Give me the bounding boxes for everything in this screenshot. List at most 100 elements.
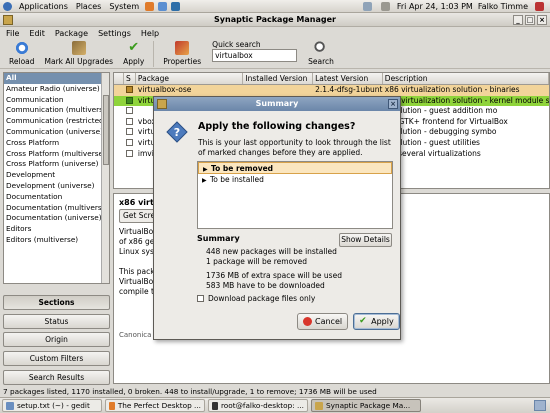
- properties-label: Properties: [163, 57, 202, 66]
- applications-menu[interactable]: Applications: [15, 2, 72, 11]
- question-icon: ?: [166, 121, 188, 143]
- section-item[interactable]: Cross Platform (universe): [4, 159, 109, 170]
- reload-icon: [14, 41, 29, 55]
- summary-line: 1736 MB of extra space will be used: [206, 271, 342, 280]
- places-menu[interactable]: Places: [72, 2, 105, 11]
- text-editor-icon: [6, 401, 14, 410]
- system-menu[interactable]: System: [105, 2, 143, 11]
- package-list-header: S Package Installed Version Latest Versi…: [114, 73, 549, 85]
- col-header-package[interactable]: Package: [136, 73, 244, 84]
- status-installed-icon[interactable]: [125, 86, 133, 93]
- cancel-label: Cancel: [315, 317, 343, 326]
- tree-item-to-be-installed[interactable]: ▶ To be installed: [198, 174, 392, 186]
- sections-list[interactable]: All Amateur Radio (universe) Communicati…: [3, 72, 110, 284]
- summary-dialog: Summary × ? Apply the following changes?…: [153, 96, 401, 340]
- quick-search-label: Quick search: [212, 40, 261, 49]
- dialog-close-icon[interactable]: ×: [388, 99, 398, 109]
- status-checkbox[interactable]: [125, 128, 133, 136]
- download-only-option[interactable]: Download package files only: [197, 294, 315, 303]
- checkmark-icon: ✔: [128, 40, 140, 55]
- apply-dialog-button[interactable]: ✔ Apply: [353, 313, 400, 330]
- installed-version: [243, 85, 313, 96]
- firefox-icon[interactable]: [145, 1, 155, 11]
- section-item[interactable]: Editors (multiverse): [4, 235, 109, 246]
- taskbar: setup.txt (~) - gedit The Perfect Deskto…: [0, 397, 550, 413]
- search-results-button[interactable]: Search Results: [3, 370, 110, 385]
- status-bar: 7 packages listed, 1170 installed, 0 bro…: [3, 387, 377, 396]
- section-item[interactable]: Communication (multiverse): [4, 105, 109, 116]
- taskbar-item-terminal[interactable]: root@falko-desktop: ...: [208, 399, 308, 412]
- gnome-foot-icon[interactable]: [3, 1, 12, 11]
- status-checkbox[interactable]: [125, 117, 133, 125]
- quick-search-input[interactable]: [212, 49, 298, 62]
- menu-help[interactable]: Help: [137, 29, 163, 38]
- close-button[interactable]: ×: [537, 15, 547, 25]
- search-button[interactable]: Search: [308, 41, 334, 66]
- col-header-description[interactable]: Description: [383, 73, 549, 84]
- apply-button[interactable]: ✔ Apply: [123, 40, 145, 67]
- section-item[interactable]: Documentation (multiverse): [4, 203, 109, 214]
- status-checkbox[interactable]: [125, 138, 133, 146]
- origin-filter-button[interactable]: Origin: [3, 332, 110, 347]
- col-header-mark[interactable]: [114, 73, 124, 84]
- status-checkbox[interactable]: [125, 149, 133, 157]
- expander-icon[interactable]: ▶: [202, 175, 210, 187]
- menu-edit[interactable]: Edit: [25, 29, 49, 38]
- synaptic-app-icon[interactable]: [3, 15, 13, 25]
- status-checkbox[interactable]: [125, 107, 133, 115]
- col-header-latest[interactable]: Latest Version: [313, 73, 383, 84]
- status-marked-icon[interactable]: [125, 96, 133, 104]
- show-details-button[interactable]: Show Details: [339, 233, 392, 247]
- package-description: n solution - guest addition mo: [384, 106, 498, 116]
- status-filter-button[interactable]: Status: [3, 314, 110, 329]
- minimize-button[interactable]: _: [513, 15, 523, 25]
- menu-package[interactable]: Package: [51, 29, 92, 38]
- section-item[interactable]: Documentation (universe): [4, 213, 109, 224]
- section-item[interactable]: Cross Platform (multiverse): [4, 149, 109, 160]
- workspace-switcher[interactable]: [534, 400, 546, 411]
- section-item[interactable]: Communication: [4, 95, 109, 106]
- maximize-button[interactable]: □: [525, 15, 535, 25]
- section-item[interactable]: All: [4, 73, 109, 84]
- volume-icon[interactable]: [380, 1, 390, 11]
- reload-button[interactable]: Reload: [9, 41, 35, 66]
- tree-item-to-be-removed[interactable]: ▶ To be removed: [198, 162, 392, 174]
- mail-icon[interactable]: [158, 1, 168, 11]
- cancel-button[interactable]: Cancel: [297, 313, 349, 330]
- section-item[interactable]: Amateur Radio (universe): [4, 84, 109, 95]
- section-item[interactable]: Communication (restricted): [4, 116, 109, 127]
- help-icon[interactable]: [171, 1, 181, 11]
- section-item[interactable]: Documentation: [4, 192, 109, 203]
- sections-filter-button[interactable]: Sections: [3, 295, 110, 310]
- taskbar-label: The Perfect Desktop ...: [117, 401, 201, 410]
- table-row[interactable]: virtualbox-ose 2.1.4-dfsg-1ubuntu x86 vi…: [114, 85, 549, 96]
- package-description: x86 virtualization solution - binaries: [384, 85, 520, 94]
- section-item[interactable]: Development (universe): [4, 181, 109, 192]
- taskbar-item-browser[interactable]: The Perfect Desktop ...: [105, 399, 205, 412]
- download-only-checkbox[interactable]: [197, 295, 204, 302]
- sections-scrollbar[interactable]: [101, 73, 109, 283]
- section-item[interactable]: Development: [4, 170, 109, 181]
- power-icon[interactable]: [535, 1, 544, 11]
- menu-file[interactable]: File: [2, 29, 23, 38]
- user-menu[interactable]: Falko Timme: [478, 2, 528, 11]
- mark-all-upgrades-button[interactable]: Mark All Upgrades: [44, 41, 114, 66]
- section-item[interactable]: Cross Platform: [4, 138, 109, 149]
- taskbar-item-gedit[interactable]: setup.txt (~) - gedit: [2, 399, 102, 412]
- col-header-status[interactable]: S: [124, 73, 136, 84]
- custom-filters-button[interactable]: Custom Filters: [3, 351, 110, 366]
- section-item[interactable]: Editors: [4, 224, 109, 235]
- network-icon[interactable]: [362, 1, 372, 11]
- changes-tree[interactable]: ▶ To be removed ▶ To be installed: [197, 161, 393, 229]
- dialog-heading: Apply the following changes?: [198, 121, 356, 132]
- taskbar-item-synaptic[interactable]: Synaptic Package Ma...: [311, 399, 421, 412]
- section-item[interactable]: Communication (universe): [4, 127, 109, 138]
- menu-settings[interactable]: Settings: [94, 29, 135, 38]
- col-header-installed[interactable]: Installed Version: [243, 73, 314, 84]
- scrollbar-thumb[interactable]: [103, 95, 109, 165]
- clock[interactable]: Fri Apr 24, 1:03 PM: [397, 2, 473, 11]
- summary-line: 1 package will be removed: [206, 257, 307, 266]
- mark-all-label: Mark All Upgrades: [44, 57, 114, 66]
- apply-label: Apply: [123, 57, 145, 66]
- properties-button[interactable]: Properties: [163, 41, 201, 66]
